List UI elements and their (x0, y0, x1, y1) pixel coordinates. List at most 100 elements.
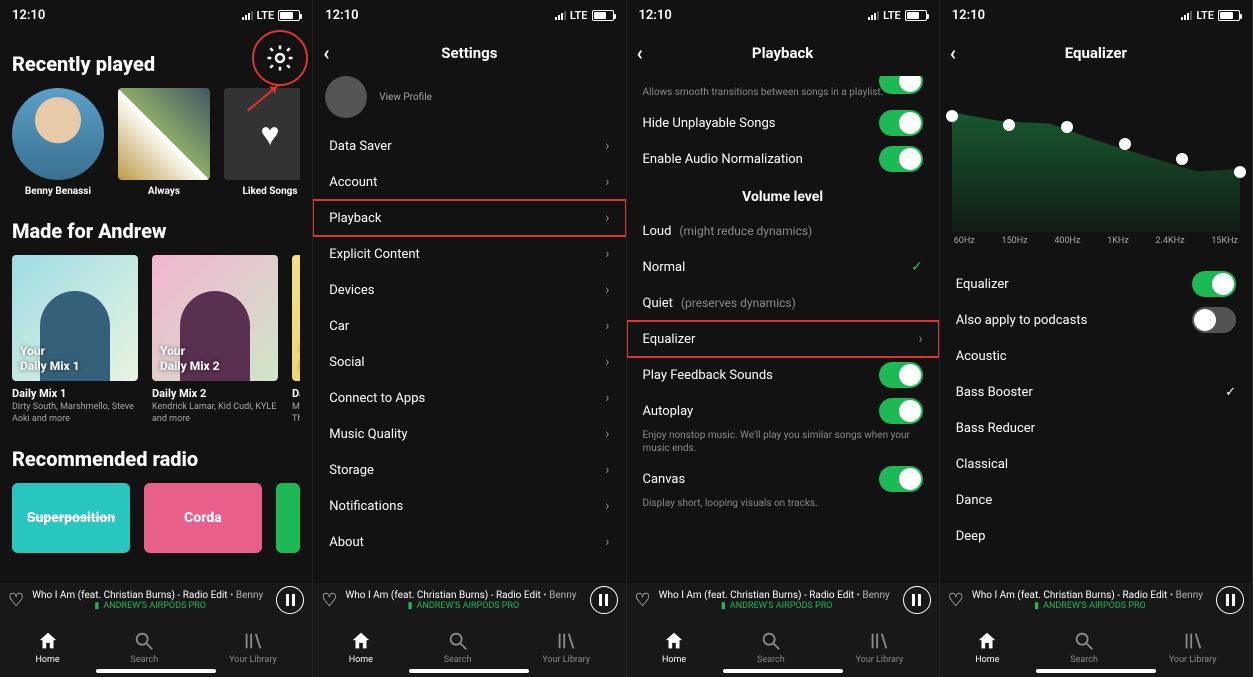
now-playing-bar[interactable]: ♡ Who I Am (feat. Christian Burns) - Rad… (940, 583, 1252, 617)
settings-row-notifications[interactable]: Notifications› (313, 488, 625, 524)
heart-icon[interactable]: ♡ (321, 590, 337, 611)
tab-home[interactable]: Home (662, 630, 686, 665)
settings-row-devices[interactable]: Devices› (313, 272, 625, 308)
equalizer-toggle[interactable] (1192, 271, 1236, 297)
playback-header: ‹ Playback (627, 30, 939, 76)
volume-option-loud[interactable]: Loud(might reduce dynamics) (627, 213, 939, 249)
tab-search[interactable]: Search (131, 630, 159, 665)
tab-library[interactable]: Your Library (856, 630, 904, 665)
preset-classical[interactable]: Classical (940, 446, 1252, 482)
tab-library[interactable]: Your Library (1169, 630, 1217, 665)
tab-library[interactable]: Your Library (542, 630, 590, 665)
pause-button[interactable] (903, 586, 931, 614)
pause-button[interactable] (276, 586, 304, 614)
autoplay-row: Autoplay (627, 393, 939, 429)
heart-icon[interactable]: ♡ (8, 590, 24, 611)
podcasts-toggle[interactable] (1192, 307, 1236, 333)
radio-card[interactable]: Superposition (12, 483, 130, 553)
status-bar: 12:10 LTE (0, 0, 312, 30)
home-icon (37, 630, 59, 652)
normalize-toggle[interactable] (879, 146, 923, 172)
settings-row-storage[interactable]: Storage› (313, 452, 625, 488)
eq-band-dot[interactable] (1061, 121, 1073, 133)
back-button[interactable]: ‹ (950, 41, 956, 65)
eq-band-dot[interactable] (1003, 119, 1015, 131)
eq-band-dot[interactable] (946, 110, 958, 122)
daily-mix-card-partial[interactable]: Y D Daily Mum The S (292, 255, 300, 425)
recommended-radio-row[interactable]: Superposition Corda (12, 483, 300, 553)
preset-deep[interactable]: Deep (940, 518, 1252, 554)
battery-icon (592, 10, 614, 21)
settings-row-explicit-content[interactable]: Explicit Content› (313, 236, 625, 272)
radio-card[interactable]: Corda (144, 483, 262, 553)
daily-mix-card[interactable]: Your Daily Mix 1 Daily Mix 1 Dirty South… (12, 255, 138, 425)
eq-band-dot[interactable] (1119, 138, 1131, 150)
equalizer-freq-labels: 60Hz150Hz400Hz1KHz2.4KHz15KHz (940, 236, 1252, 246)
recently-item[interactable]: Always (118, 88, 210, 197)
playing-device: ▮ ANDREW'S AIRPODS PRO (32, 601, 268, 611)
volume-option-normal[interactable]: Normal✓ (627, 249, 939, 285)
chevron-right-icon: › (605, 282, 609, 298)
pause-button[interactable] (1216, 586, 1244, 614)
equalizer-graph[interactable] (952, 82, 1240, 232)
preset-bass-reducer[interactable]: Bass Reducer (940, 410, 1252, 446)
clock: 12:10 (12, 8, 45, 23)
crossfade-toggle-partial[interactable] (879, 76, 923, 94)
autoplay-hint: Enjoy nonstop music. We'll play you simi… (627, 429, 939, 461)
signal-icon (242, 11, 253, 20)
autoplay-toggle[interactable] (879, 398, 923, 424)
volume-option-quiet[interactable]: Quiet(preserves dynamics) (627, 285, 939, 321)
hide-unplayable-toggle[interactable] (879, 110, 923, 136)
signal-icon (1181, 11, 1192, 20)
made-for-row[interactable]: Your Daily Mix 1 Daily Mix 1 Dirty South… (12, 255, 300, 425)
settings-row-music-quality[interactable]: Music Quality› (313, 416, 625, 452)
tab-home[interactable]: Home (975, 630, 999, 665)
tab-search[interactable]: Search (1070, 630, 1098, 665)
heart-icon[interactable]: ♡ (948, 590, 964, 611)
recently-item[interactable]: Benny Benassi (12, 88, 104, 197)
daily-mix-card[interactable]: Your Daily Mix 2 Daily Mix 2 Kendrick La… (152, 255, 278, 425)
preset-acoustic[interactable]: Acoustic (940, 338, 1252, 374)
gear-icon[interactable] (265, 43, 295, 73)
now-playing-bar[interactable]: ♡ Who I Am (feat. Christian Burns) - Rad… (0, 583, 312, 617)
now-playing-bar[interactable]: ♡ Who I Am (feat. Christian Burns) - Rad… (313, 583, 625, 617)
settings-row-connect-to-apps[interactable]: Connect to Apps› (313, 380, 625, 416)
tab-search[interactable]: Search (444, 630, 472, 665)
equalizer-row[interactable]: Equalizer › (627, 321, 939, 357)
equalizer-screen: 12:10 LTE ‹ Equalizer 60Hz150Hz400Hz1KHz… (940, 0, 1253, 677)
home-icon (350, 630, 372, 652)
heart-icon[interactable]: ♡ (635, 590, 651, 611)
search-icon (133, 630, 155, 652)
tab-library[interactable]: Your Library (229, 630, 277, 665)
tab-search[interactable]: Search (757, 630, 785, 665)
tab-home[interactable]: Home (35, 630, 59, 665)
settings-row-social[interactable]: Social› (313, 344, 625, 380)
back-button[interactable]: ‹ (323, 41, 329, 65)
now-playing-bar[interactable]: ♡ Who I Am (feat. Christian Burns) - Rad… (627, 583, 939, 617)
settings-row-playback[interactable]: Playback› (313, 200, 625, 236)
battery-icon (278, 10, 300, 21)
settings-row-car[interactable]: Car› (313, 308, 625, 344)
search-icon (1073, 630, 1095, 652)
eq-band-dot[interactable] (1234, 166, 1246, 178)
search-icon (760, 630, 782, 652)
equalizer-header: ‹ Equalizer (940, 30, 1252, 76)
tab-home[interactable]: Home (349, 630, 373, 665)
status-bar: 12:10 LTE (940, 0, 1252, 30)
signal-icon (555, 11, 566, 20)
profile-row[interactable]: View Profile (313, 76, 625, 128)
home-screen: 12:10 LTE Recently played Benny Benassi … (0, 0, 313, 677)
settings-row-data-saver[interactable]: Data Saver› (313, 128, 625, 164)
preset-dance[interactable]: Dance (940, 482, 1252, 518)
eq-band-dot[interactable] (1176, 153, 1188, 165)
canvas-toggle[interactable] (879, 466, 923, 492)
tab-bar: Home Search Your Library (940, 617, 1252, 677)
settings-row-about[interactable]: About› (313, 524, 625, 560)
radio-card-partial[interactable] (276, 483, 300, 553)
equalizer-toggle-row: Equalizer (940, 266, 1252, 302)
feedback-toggle[interactable] (879, 362, 923, 388)
pause-button[interactable] (590, 586, 618, 614)
settings-row-account[interactable]: Account› (313, 164, 625, 200)
preset-bass-booster[interactable]: Bass Booster✓ (940, 374, 1252, 410)
back-button[interactable]: ‹ (637, 41, 643, 65)
